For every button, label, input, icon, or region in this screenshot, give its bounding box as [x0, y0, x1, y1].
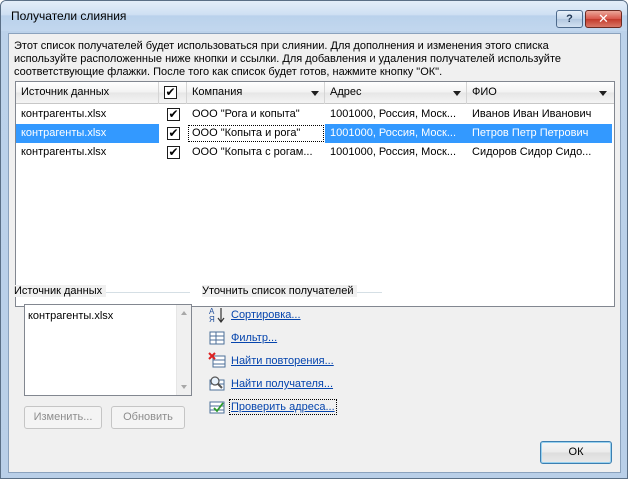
- close-button[interactable]: ✕: [585, 10, 622, 28]
- description-text: Этот список получателей будет использова…: [14, 40, 561, 78]
- column-header-address[interactable]: Адрес: [325, 82, 467, 104]
- cell-check: ✔: [159, 143, 187, 162]
- scroll-up-icon[interactable]: [181, 311, 187, 315]
- window-title: Получатели слияния: [11, 9, 127, 23]
- edit-button[interactable]: Изменить...: [24, 406, 102, 429]
- duplicates-icon: [208, 352, 226, 368]
- column-header-address-label: Адрес: [330, 86, 362, 98]
- data-source-group-label: Источник данных: [14, 285, 107, 297]
- column-header-fio[interactable]: ФИО: [467, 82, 612, 104]
- cell-check: ✔: [159, 124, 187, 143]
- table-row[interactable]: контрагенты.xlsx ✔ ООО "Копыта с рогам..…: [16, 143, 614, 162]
- cell-source: контрагенты.xlsx: [16, 124, 159, 143]
- validate-addresses-icon: [209, 401, 225, 414]
- cell-address: 1001000, Россия, Моск...: [325, 124, 467, 143]
- cell-company: ООО "Копыта с рогам...: [192, 146, 313, 158]
- cell-fio: Петров Петр Петрович: [467, 124, 612, 143]
- sort-icon: A Я: [209, 307, 225, 324]
- filter-link-label[interactable]: Фильтр...: [231, 332, 277, 344]
- row-checkbox[interactable]: ✔: [167, 146, 180, 159]
- table-row[interactable]: контрагенты.xlsx ✔ ООО "Рога и копыта" 1…: [16, 105, 614, 124]
- scrollbar[interactable]: [176, 305, 191, 395]
- ok-button[interactable]: ОК: [540, 441, 612, 464]
- recipients-table[interactable]: Источник данных ✔ Компания Адрес ФИО кон…: [15, 81, 615, 307]
- help-button[interactable]: ?: [556, 10, 583, 28]
- row-checkbox[interactable]: ✔: [167, 108, 180, 121]
- column-header-company[interactable]: Компания: [187, 82, 325, 104]
- select-all-checkbox[interactable]: ✔: [164, 86, 177, 99]
- dropdown-arrow-icon[interactable]: [453, 91, 461, 96]
- cell-source: контрагенты.xlsx: [21, 108, 107, 120]
- cell-fio: Иванов Иван Иванович: [472, 108, 592, 120]
- refine-group-label: Уточнить список получателей: [202, 285, 358, 297]
- data-source-list[interactable]: контрагенты.xlsx: [24, 304, 192, 396]
- column-header-company-label: Компания: [192, 86, 243, 98]
- dropdown-arrow-icon[interactable]: [311, 91, 319, 96]
- cell-fio: Сидоров Сидор Сидо...: [472, 146, 592, 158]
- cell-company: ООО "Копыта и рога": [187, 124, 325, 143]
- svg-text:Я: Я: [209, 315, 215, 324]
- cell-company: ООО "Рога и копыта": [192, 108, 300, 120]
- scroll-down-icon[interactable]: [181, 385, 187, 389]
- column-header-source-label: Источник данных: [21, 86, 110, 98]
- cell-address: 1001000, Россия, Моск...: [330, 146, 457, 158]
- table-row-selected[interactable]: контрагенты.xlsx ✔ ООО "Копыта и рога" 1…: [16, 124, 614, 143]
- mail-merge-recipients-dialog: Получатели слияния ? ✕ Этот список получ…: [0, 0, 628, 479]
- table-header: Источник данных ✔ Компания Адрес ФИО: [16, 82, 614, 104]
- dropdown-arrow-icon[interactable]: [599, 91, 607, 96]
- list-item[interactable]: контрагенты.xlsx: [28, 310, 113, 322]
- dialog-body: Этот список получателей будет использова…: [8, 33, 621, 473]
- find-recipient-icon: [209, 376, 225, 391]
- cell-source: контрагенты.xlsx: [21, 146, 107, 158]
- filter-table-icon: [209, 331, 225, 345]
- sort-link-label[interactable]: Сортировка...: [231, 309, 301, 321]
- find-recipient-link-label[interactable]: Найти получателя...: [231, 378, 333, 390]
- row-checkbox[interactable]: ✔: [167, 127, 180, 140]
- validate-addresses-link-label[interactable]: Проверить адреса...: [229, 399, 337, 415]
- title-bar[interactable]: Получатели слияния ? ✕: [1, 1, 627, 31]
- cell-check: ✔: [159, 105, 187, 124]
- find-duplicates-link-label[interactable]: Найти повторения...: [231, 355, 334, 367]
- cell-address: 1001000, Россия, Моск...: [330, 108, 457, 120]
- column-header-fio-label: ФИО: [472, 86, 497, 98]
- column-header-source[interactable]: Источник данных: [16, 82, 159, 104]
- refresh-button[interactable]: Обновить: [111, 406, 185, 429]
- column-header-check[interactable]: ✔: [159, 82, 187, 104]
